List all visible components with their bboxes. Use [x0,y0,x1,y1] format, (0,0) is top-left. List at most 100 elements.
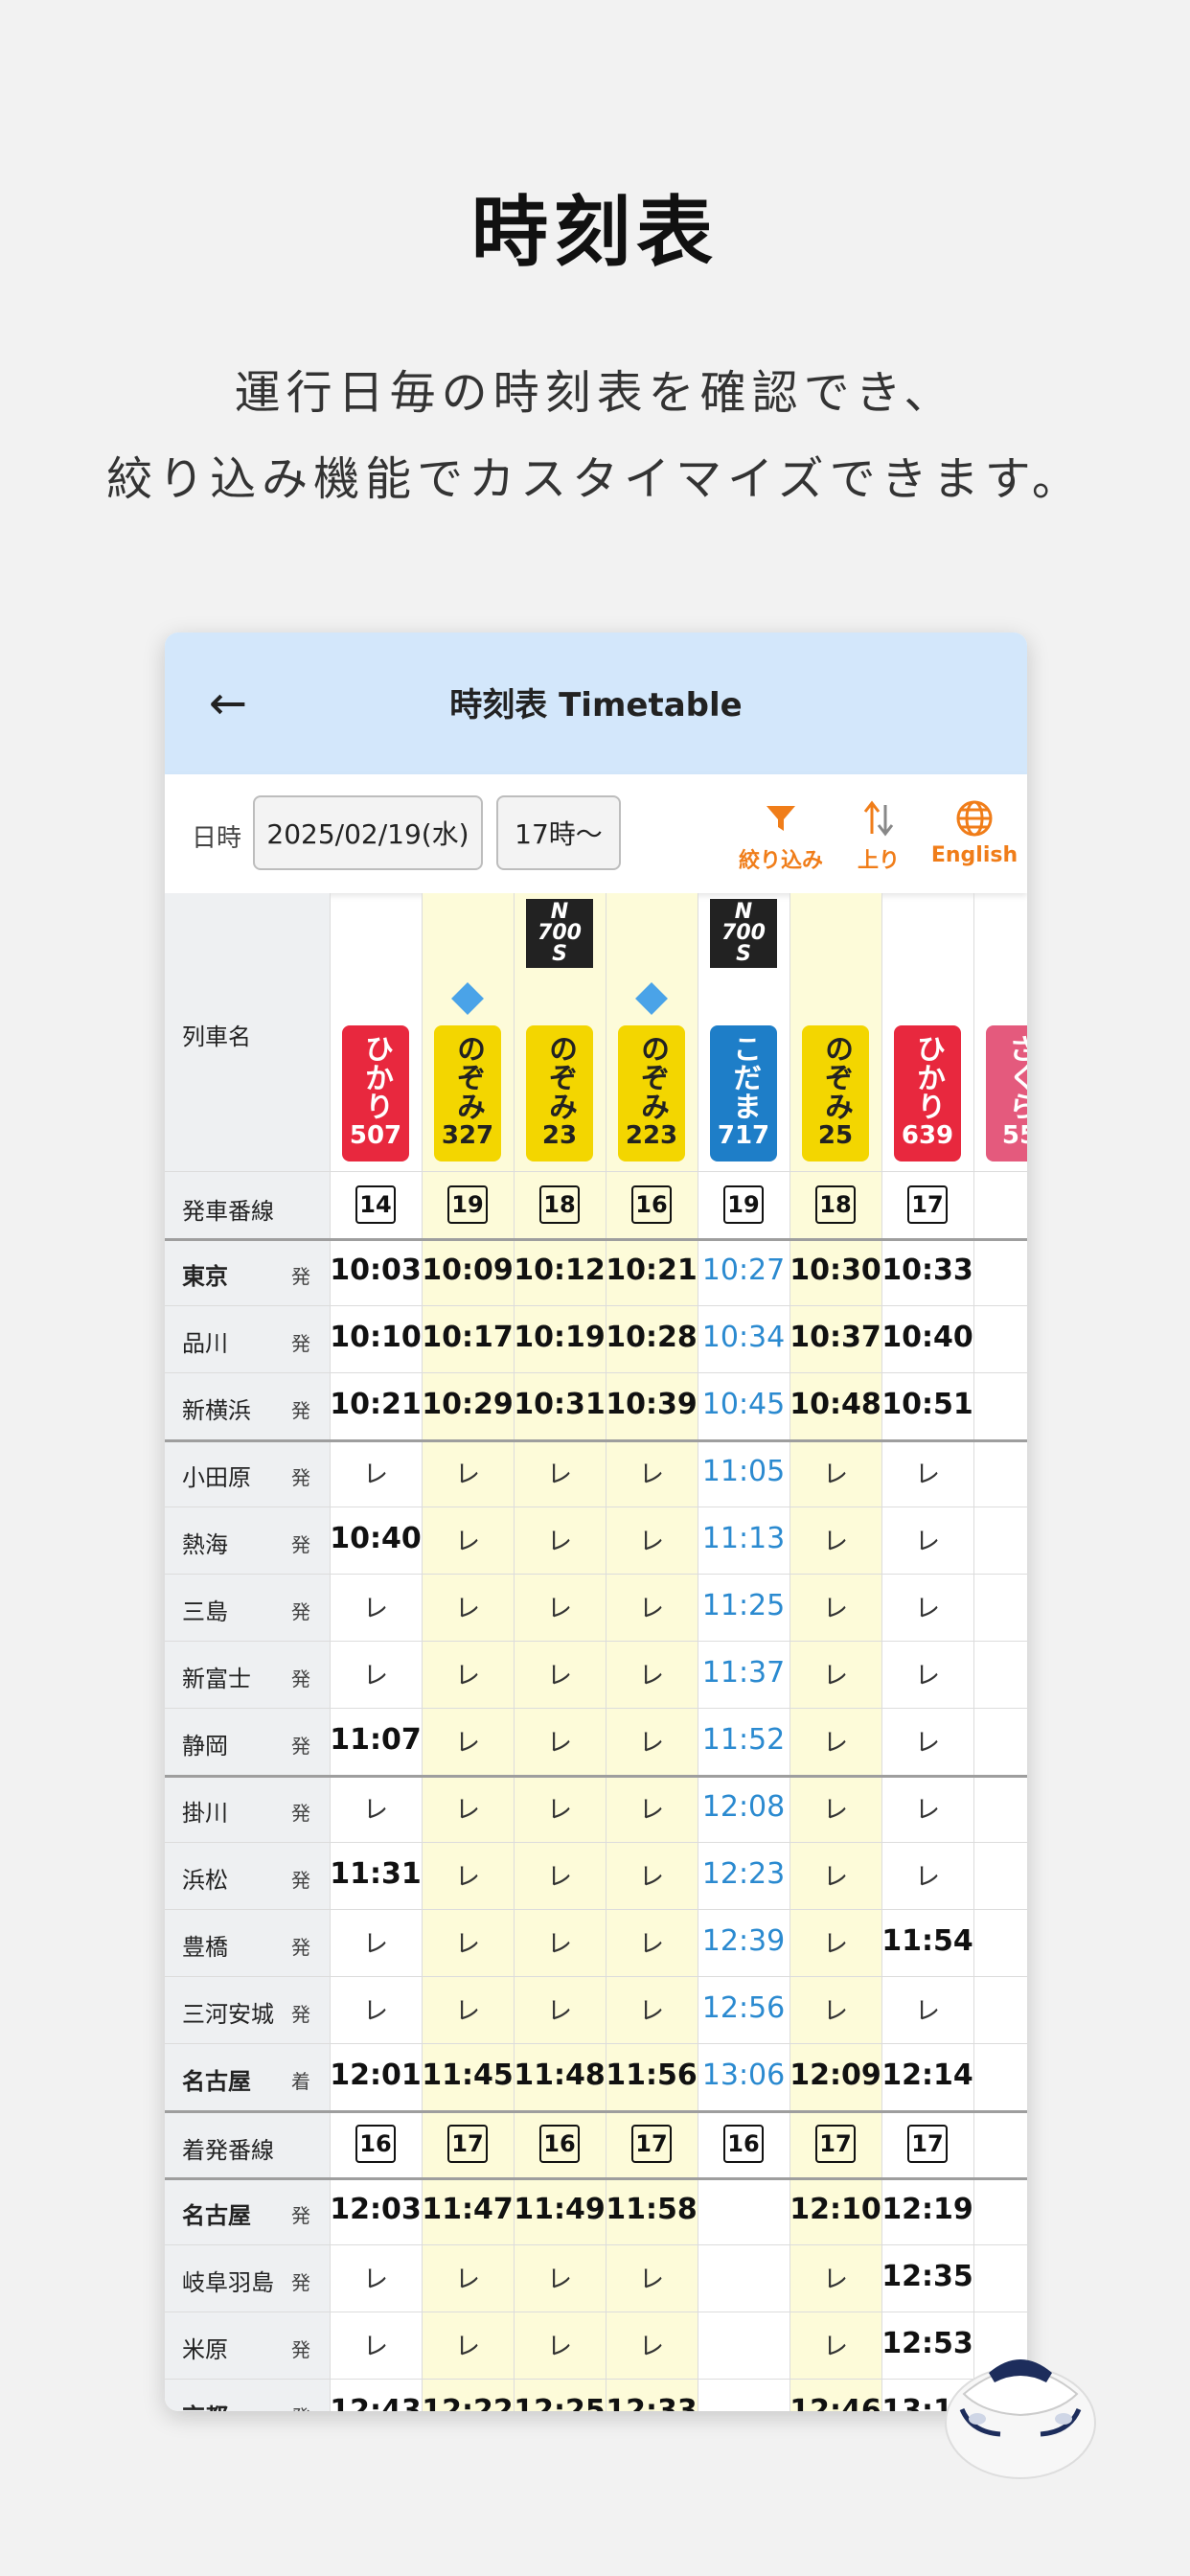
direction-button[interactable]: 上り [835,794,922,874]
time-cell[interactable]: 11:45 [422,2058,514,2092]
time-cell[interactable]: 11:54 [881,1924,973,1958]
time-cell[interactable]: 12:14 [881,2058,973,2092]
timetable-grid[interactable]: 列車名 ひかり 507 のぞみ 327 N 700 S のぞみ 23 のぞみ 223 N 700 S こだま 7… [165,893,1027,2411]
time-cell[interactable]: レ [422,1723,514,1759]
time-cell[interactable]: レ [422,1857,514,1893]
time-cell[interactable]: 10:34 [698,1321,790,1354]
time-cell[interactable]: 13:06 [698,2058,790,2092]
time-cell[interactable]: レ [422,1522,514,1557]
time-cell[interactable]: レ [881,1522,973,1557]
train-badge-hikari[interactable]: ひかり 507 [342,1025,409,1162]
time-cell[interactable]: レ [422,1790,514,1826]
time-cell[interactable]: 11:37 [698,1656,790,1690]
time-cell[interactable]: レ [514,1589,606,1624]
time-cell[interactable]: レ [790,1790,881,1826]
time-cell[interactable]: 10:48 [790,1388,881,1421]
time-cell[interactable]: レ [606,2260,698,2295]
time-cell[interactable]: 11:31 [330,1857,422,1891]
time-cell[interactable]: 12:22 [422,2394,514,2411]
time-cell[interactable]: 10:40 [881,1321,973,1354]
time-cell[interactable]: 11:25 [698,1589,790,1622]
time-cell[interactable]: レ [606,2327,698,2362]
time-cell[interactable]: 11:47 [422,2193,514,2226]
time-cell[interactable]: レ [330,1790,422,1826]
time-cell[interactable]: 11:07 [330,1723,422,1757]
time-cell[interactable]: レ [514,1790,606,1826]
time-cell[interactable]: 11:52 [698,1723,790,1757]
time-cell[interactable]: 11:05 [698,1455,790,1488]
time-cell[interactable]: レ [330,1656,422,1691]
train-badge-nozomi[interactable]: のぞみ 23 [526,1025,593,1162]
time-cell[interactable]: レ [606,1857,698,1893]
time-cell[interactable]: 10:30 [790,1254,881,1287]
time-cell[interactable]: レ [514,1857,606,1893]
time-cell[interactable]: レ [790,1656,881,1691]
time-cell[interactable]: レ [790,1924,881,1960]
shinkansen-mascot-icon[interactable] [943,2327,1098,2482]
time-cell[interactable]: 10:21 [606,1254,698,1287]
time-cell[interactable]: 10:17 [422,1321,514,1354]
time-cell[interactable]: レ [881,1790,973,1826]
train-badge-hikari[interactable]: ひかり 639 [894,1025,961,1162]
time-cell[interactable]: 12:01 [330,2058,422,2092]
time-cell[interactable]: 12:10 [790,2193,881,2226]
time-cell[interactable]: レ [790,1455,881,1490]
time-cell[interactable]: レ [606,1991,698,2027]
time-cell[interactable]: 12:25 [514,2394,606,2411]
time-cell[interactable]: レ [606,1455,698,1490]
time-cell[interactable]: レ [606,1522,698,1557]
time-cell[interactable]: レ [606,1924,698,1960]
time-cell[interactable]: レ [881,1455,973,1490]
time-cell[interactable]: レ [330,1991,422,2027]
time-cell[interactable]: 10:12 [514,1254,606,1287]
time-cell[interactable]: レ [330,2327,422,2362]
time-cell[interactable]: 12:19 [881,2193,973,2226]
time-cell[interactable]: 12:46 [790,2394,881,2411]
time-cell[interactable]: レ [606,1723,698,1759]
time-cell[interactable]: 11:48 [514,2058,606,2092]
time-cell[interactable]: レ [606,1656,698,1691]
time-cell[interactable]: レ [790,1991,881,2027]
time-cell[interactable]: レ [422,2327,514,2362]
time-cell[interactable]: 10:29 [422,1388,514,1421]
time-cell[interactable]: レ [790,2327,881,2362]
time-cell[interactable]: 10:10 [330,1321,422,1354]
date-select[interactable]: 2025/02/19(水) [253,795,483,870]
hour-select[interactable]: 17時〜 [496,795,621,870]
time-cell[interactable]: 10:51 [881,1388,973,1421]
time-cell[interactable]: レ [330,1589,422,1624]
language-button[interactable]: English [924,794,1025,867]
time-cell[interactable]: 10:19 [514,1321,606,1354]
time-cell[interactable]: 10:45 [698,1388,790,1421]
time-cell[interactable]: 11:56 [606,2058,698,2092]
time-cell[interactable]: レ [606,1790,698,1826]
time-cell[interactable]: 12:33 [606,2394,698,2411]
time-cell[interactable]: レ [790,1857,881,1893]
time-cell[interactable]: 10:37 [790,1321,881,1354]
time-cell[interactable]: 10:21 [330,1388,422,1421]
time-cell[interactable]: 12:56 [698,1991,790,2025]
time-cell[interactable]: レ [790,2260,881,2295]
train-badge-nozomi[interactable]: のぞみ 223 [618,1025,685,1162]
time-cell[interactable]: レ [330,1455,422,1490]
time-cell[interactable]: 10:09 [422,1254,514,1287]
time-cell[interactable]: レ [422,1656,514,1691]
time-cell[interactable]: 10:31 [514,1388,606,1421]
time-cell[interactable]: レ [790,1723,881,1759]
time-cell[interactable]: 12:08 [698,1790,790,1824]
time-cell[interactable]: 12:03 [330,2193,422,2226]
time-cell[interactable]: レ [422,1991,514,2027]
time-cell[interactable]: レ [514,1455,606,1490]
train-badge-kodama[interactable]: こだま 717 [710,1025,777,1162]
time-cell[interactable]: レ [514,1991,606,2027]
time-cell[interactable]: レ [790,1522,881,1557]
time-cell[interactable]: レ [881,1723,973,1759]
train-badge-sakura[interactable]: さくら55 [986,1025,1027,1162]
time-cell[interactable]: 10:33 [881,1254,973,1287]
time-cell[interactable]: レ [881,1857,973,1893]
time-cell[interactable]: レ [881,1656,973,1691]
time-cell[interactable]: レ [514,1723,606,1759]
time-cell[interactable]: 10:40 [330,1522,422,1555]
time-cell[interactable]: 12:39 [698,1924,790,1958]
time-cell[interactable]: 11:13 [698,1522,790,1555]
